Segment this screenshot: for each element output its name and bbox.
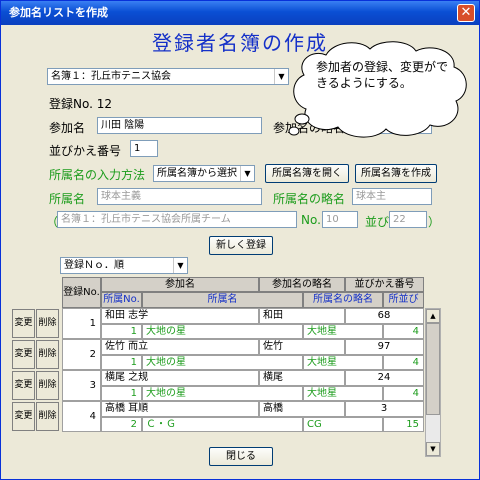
paren-close: ） [428,215,441,229]
cell-short: 高橋 [259,401,345,417]
reg-no-value: 12 [96,97,113,111]
col-header-short: 参加名の略名 [259,277,345,292]
no-label: No. [301,213,321,227]
input-method-value: 所属名簿から選択 [157,168,237,179]
cell-affil-order: 4 [383,355,424,370]
order-field[interactable]: 1 [130,140,158,157]
cell-name: 横尾 之规 [101,370,259,386]
meibo-select[interactable]: 名簿１：孔丘市テニス協会 ▼ [47,68,289,85]
create-affiliation-list-button[interactable]: 所属名簿を作成 [355,164,437,183]
edit-button[interactable]: 変更 [12,309,35,338]
reg-no-label-text: 登録No. [49,97,93,111]
cell-affil-no: 1 [101,386,142,401]
arrow-down-icon[interactable]: ▼ [426,442,440,456]
participant-label: 参加名 [49,121,86,135]
edit-button[interactable]: 変更 [12,371,35,400]
reg-no-label: 登録No. 12 [49,95,112,112]
cell-short: 和田 [259,308,345,324]
cell-short: 佐竹 [259,339,345,355]
app-window: 参加名リストを作成 ✕ 登録者名簿の作成 名簿１：孔丘市テニス協会 ▼ 登録No… [0,0,480,480]
scroll-thumb[interactable] [426,323,440,415]
cell-short: 横尾 [259,370,345,386]
cell-order: 24 [345,370,424,386]
affiliation-list-field[interactable]: 名簿１：孔丘市テニス協会所属チーム [57,211,297,228]
affiliation-field[interactable]: 球本主義 [97,188,262,205]
title-bar: 参加名リストを作成 ✕ [1,1,479,25]
affiliation-label: 所属名 [49,192,86,206]
col-header-affil-name: 所属名 [142,292,303,308]
col-header-affil-order: 所並び [383,292,424,308]
edit-button[interactable]: 変更 [12,402,35,431]
cell-reg-no: 2 [62,339,101,370]
cell-affil-order: 4 [383,386,424,401]
chevron-down-icon[interactable]: ▼ [173,258,187,273]
sort-select-value: 登録Ｎｏ．順 [64,260,124,271]
narabi-field[interactable]: 22 [389,211,427,228]
cell-order: 97 [345,339,424,355]
open-affiliation-list-button[interactable]: 所属名簿を開く [265,164,349,183]
cell-affil-no: 1 [101,324,142,339]
input-method-label: 所属名の入力方法 [49,168,146,182]
chevron-down-icon[interactable]: ▼ [240,166,254,181]
cell-name: 佐竹 而立 [101,339,259,355]
sort-select[interactable]: 登録Ｎｏ．順 ▼ [60,257,188,274]
col-header-affil-no: 所属No. [101,292,142,308]
cell-affil-no: 1 [101,355,142,370]
client-area: 登録者名簿の作成 名簿１：孔丘市テニス協会 ▼ 登録No. 12 参加名 川田 … [4,25,476,477]
delete-button[interactable]: 削除 [36,402,59,431]
col-header-order: 並びかえ番号 [345,277,424,292]
cell-affil-short: 大地星 [303,386,383,401]
cell-affil-order: 15 [383,417,424,432]
cell-order: 3 [345,401,424,417]
cell-affil-no: 2 [101,417,142,432]
close-button[interactable]: 閉じる [209,447,273,466]
cell-affil-name: 大地の星 [142,386,303,401]
cell-affil-name: Ｃ・Ｇ [142,417,303,432]
col-header-affil-short: 所属名の略名 [303,292,383,308]
cell-reg-no: 3 [62,370,101,401]
no-field[interactable]: 10 [322,211,358,228]
delete-button[interactable]: 削除 [36,340,59,369]
cell-affil-short: 大地星 [303,355,383,370]
order-label: 並びかえ番号 [49,144,122,158]
col-header-name: 参加名 [101,277,259,292]
new-register-button[interactable]: 新しく登録 [209,236,273,255]
meibo-select-value: 名簿１：孔丘市テニス協会 [51,71,171,82]
arrow-up-icon[interactable]: ▲ [426,309,440,323]
callout-bubble: 参加者の登録、変更ができるようにする。 [286,37,476,147]
close-icon[interactable]: ✕ [457,4,475,22]
input-method-select[interactable]: 所属名簿から選択 ▼ [153,165,255,182]
col-header-reg-no: 登録No. [62,277,101,308]
narabi-label: 並び [365,215,390,229]
affiliation-short-field[interactable]: 球本主 [352,188,432,205]
cell-affil-short: 大地星 [303,324,383,339]
cell-affil-short: CG [303,417,383,432]
cell-reg-no: 4 [62,401,101,432]
delete-button[interactable]: 削除 [36,371,59,400]
callout-text: 参加者の登録、変更ができるようにする。 [316,60,449,90]
affiliation-short-label: 所属名の略名 [273,192,346,206]
cell-name: 高橋 耳順 [101,401,259,417]
cell-reg-no: 1 [62,308,101,339]
cell-affil-order: 4 [383,324,424,339]
delete-button[interactable]: 削除 [36,309,59,338]
cell-affil-name: 大地の星 [142,324,303,339]
cell-order: 68 [345,308,424,324]
edit-button[interactable]: 変更 [12,340,35,369]
table-scrollbar[interactable]: ▲ ▼ [425,308,441,457]
window-title: 参加名リストを作成 [9,6,108,19]
cell-name: 和田 志学 [101,308,259,324]
participant-name-field[interactable]: 川田 陰陽 [97,117,262,134]
cell-affil-name: 大地の星 [142,355,303,370]
